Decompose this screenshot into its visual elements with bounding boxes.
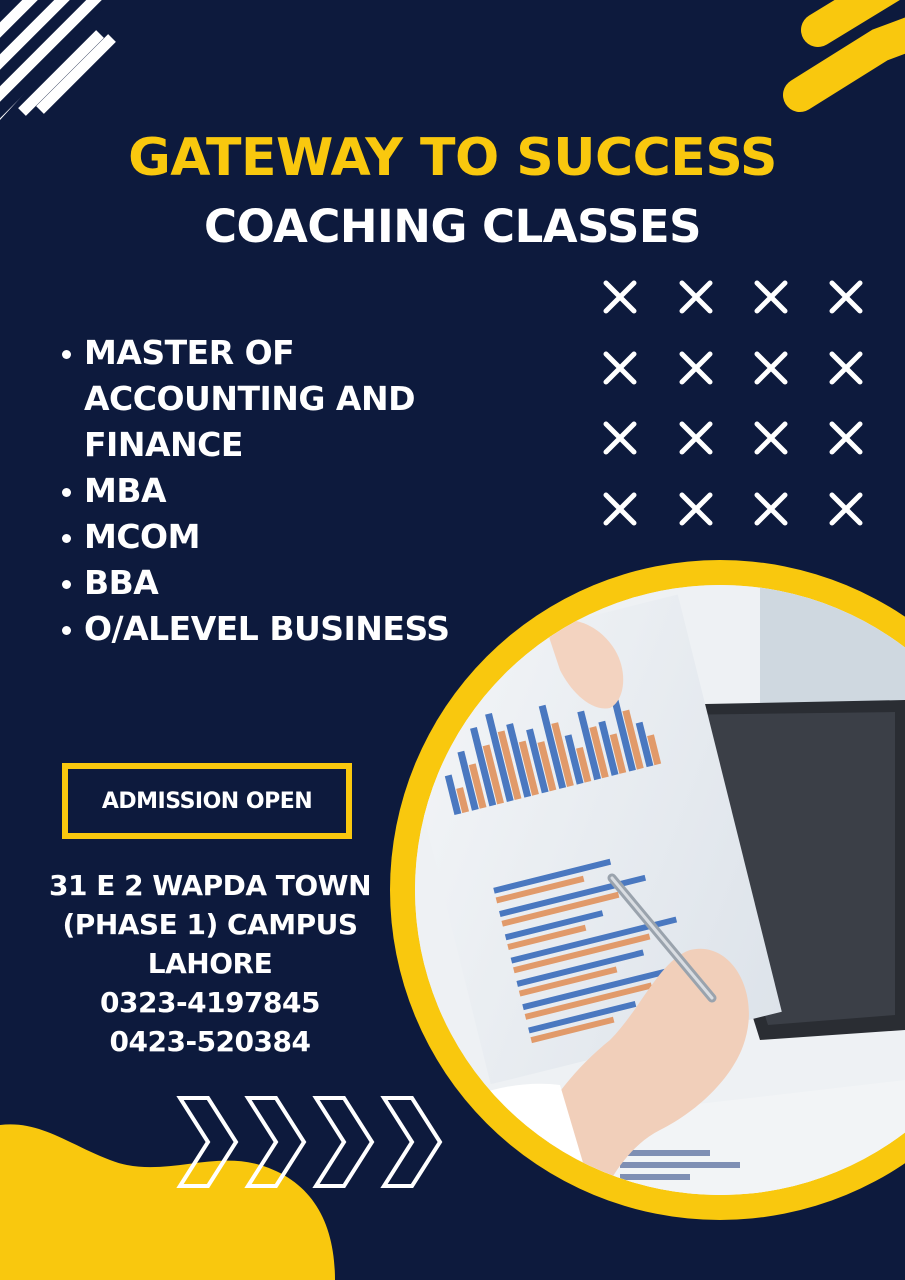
admission-label: ADMISSION OPEN	[101, 788, 313, 814]
phone-number-2: 0423-520384	[109, 1025, 311, 1058]
flyer: GATEWAY TO SUCCESS COACHING CLASSES MAST…	[0, 0, 905, 1280]
address-line2: (PHASE 1) CAMPUS	[62, 908, 359, 941]
phone-number-1: 0323-4197845	[100, 986, 320, 1019]
headline-subtitle: COACHING CLASSES	[203, 200, 702, 253]
address-line1: 31 E 2 WAPDA TOWN	[48, 869, 372, 902]
course-item: MCOM	[60, 514, 480, 560]
course-item: MASTER OF ACCOUNTING AND FINANCE	[60, 330, 480, 468]
admission-banner: ADMISSION OPEN	[62, 763, 352, 839]
course-list: MASTER OF ACCOUNTING AND FINANCE MBA MCO…	[60, 330, 480, 652]
course-item: BBA	[60, 560, 480, 606]
x-pattern-icon	[603, 280, 863, 526]
course-item: O/ALEVEL BUSINESS	[60, 606, 480, 652]
course-item: MBA	[60, 468, 480, 514]
arrow-stripes-icon	[783, 0, 905, 112]
yellow-blob-shape	[0, 1124, 335, 1280]
headline-title: GATEWAY TO SUCCESS	[128, 128, 777, 188]
business-photo	[415, 585, 905, 1195]
contact-info: 31 E 2 WAPDA TOWN (PHASE 1) CAMPUS LAHOR…	[20, 866, 400, 1061]
address-city: LAHORE	[147, 947, 273, 980]
